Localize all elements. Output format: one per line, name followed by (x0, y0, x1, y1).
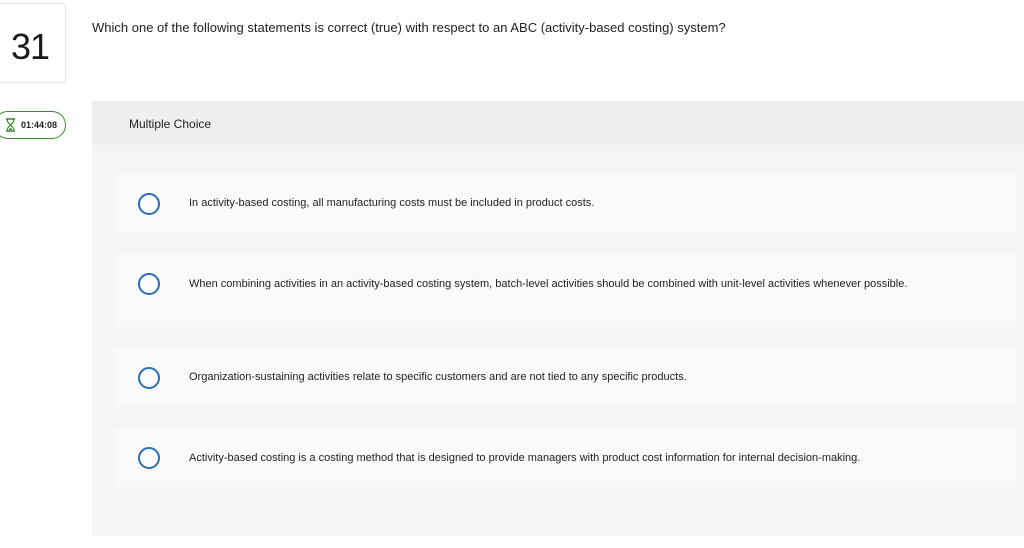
question-number-box: 31 (0, 3, 66, 83)
radio-button[interactable] (138, 193, 160, 215)
timer-value: 01:44:08 (21, 120, 58, 130)
timer-badge[interactable]: 01:44:08 (0, 111, 66, 139)
answer-option[interactable]: Activity-based costing is a costing meth… (115, 429, 1016, 487)
radio-button[interactable] (138, 447, 160, 469)
question-type-label: Multiple Choice (129, 117, 212, 131)
radio-button[interactable] (138, 367, 160, 389)
hourglass-icon (5, 118, 16, 132)
answer-option-label: When combining activities in an activity… (189, 278, 908, 290)
answer-option[interactable]: Organization-sustaining activities relat… (115, 348, 1016, 406)
question-number: 31 (11, 26, 50, 67)
question-text: Which one of the following statements is… (92, 20, 726, 35)
answer-option-label: Organization-sustaining activities relat… (189, 371, 687, 383)
answer-option-label: In activity-based costing, all manufactu… (189, 197, 595, 209)
radio-button[interactable] (138, 273, 160, 295)
answer-panel-header: Multiple Choice (92, 101, 1024, 145)
answer-option[interactable]: When combining activities in an activity… (115, 254, 1016, 327)
answer-option[interactable]: In activity-based costing, all manufactu… (115, 174, 1016, 232)
answer-panel: Multiple Choice In activity-based costin… (92, 101, 1024, 536)
answer-option-label: Activity-based costing is a costing meth… (189, 452, 861, 464)
